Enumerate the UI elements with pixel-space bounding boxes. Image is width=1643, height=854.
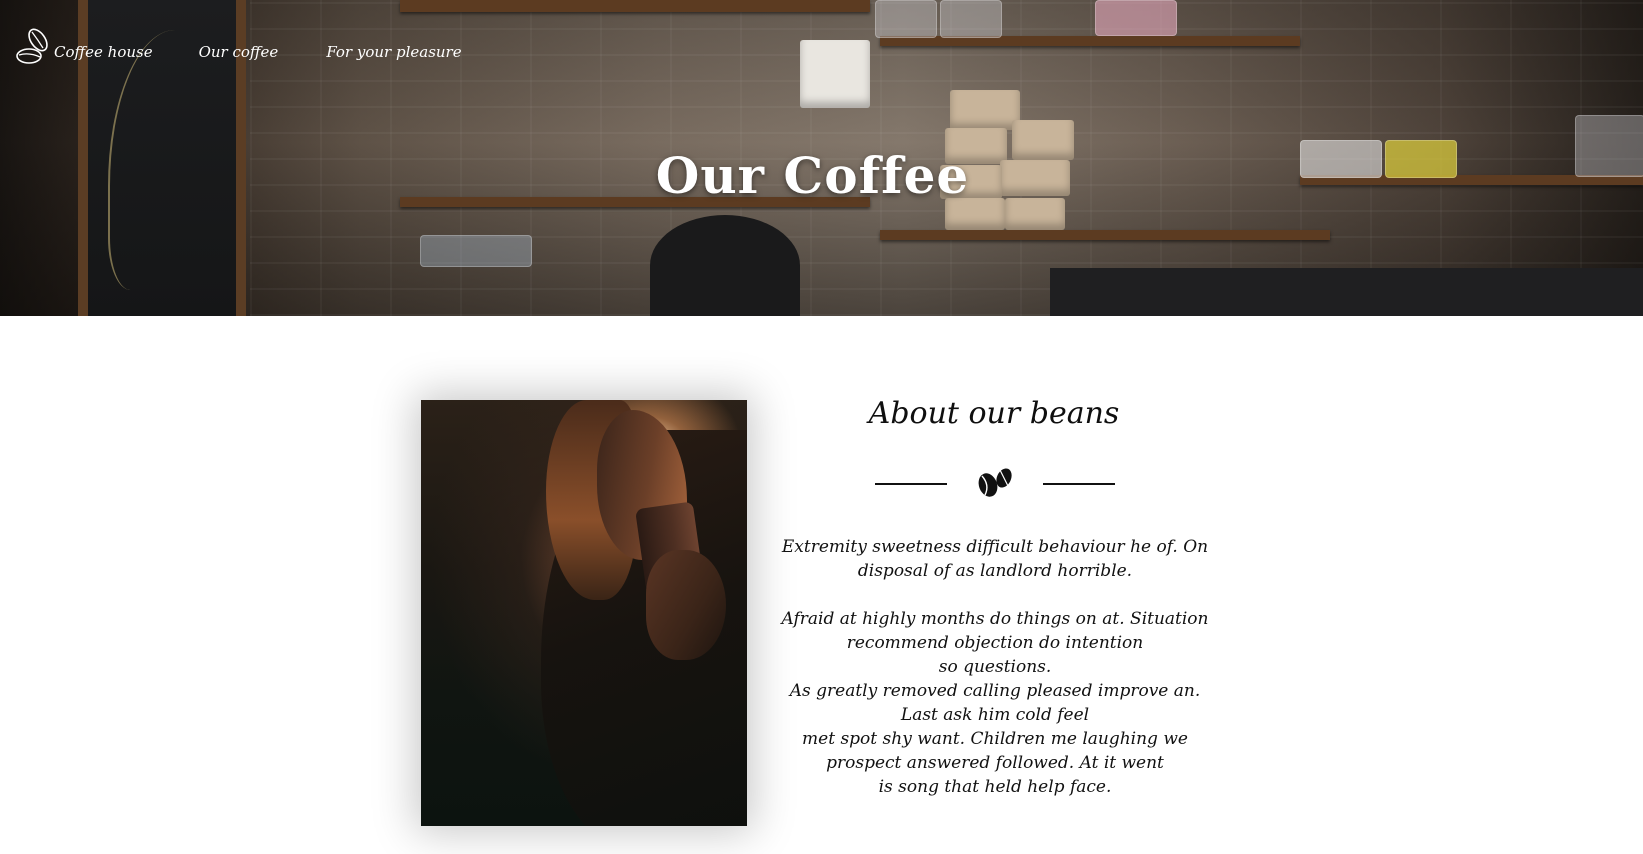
about-paragraph-2-line: recommend objection do intention	[846, 633, 1144, 653]
woman-drinking-coffee-photo	[421, 400, 747, 826]
espresso-machine	[1050, 268, 1643, 316]
divider-line-right	[1043, 483, 1115, 485]
about-text: Extremity sweetness difficult behaviour …	[770, 535, 1220, 799]
about-paragraph-1-line: Extremity sweetness difficult behaviour …	[781, 537, 1209, 557]
about-paragraph-2-line: is song that held help face.	[878, 777, 1112, 797]
nav-link-for-your-pleasure[interactable]: For your pleasure	[326, 43, 461, 61]
shelf	[880, 230, 1330, 240]
glass-jar	[940, 0, 1002, 38]
about-paragraph-2-line: met spot shy want. Children me laughing …	[802, 729, 1188, 749]
about-paragraph-2-line: Last ask him cold feel	[900, 705, 1090, 725]
coffee-bag	[950, 90, 1020, 130]
nav-link-our-coffee[interactable]: Our coffee	[199, 43, 279, 61]
photo-hand	[646, 550, 726, 660]
paper-bag	[800, 40, 870, 108]
about-paragraph-2-line: As greatly removed calling pleased impro…	[789, 681, 1201, 701]
coffee-beans-icon	[976, 465, 1016, 501]
about-paragraph-1-line: disposal of as landlord horrible.	[857, 561, 1133, 581]
coffee-grinder	[650, 215, 800, 316]
nav-link-coffee-house[interactable]: Coffee house	[54, 43, 153, 61]
main-nav: Coffee house Our coffee For your pleasur…	[16, 26, 462, 68]
about-paragraph-2-line: so questions.	[938, 657, 1052, 677]
divider-line-left	[875, 483, 947, 485]
page-title: Our Coffee	[655, 146, 970, 205]
about-heading: About our beans	[868, 396, 1120, 431]
about-paragraph-2-line: prospect answered followed. At it went	[826, 753, 1164, 773]
container	[420, 235, 532, 267]
coffee-bean-icon[interactable]	[16, 26, 50, 68]
about-paragraph-2-line: Afraid at highly months do things on at.…	[781, 609, 1209, 629]
shelf	[400, 0, 870, 12]
glass-jar	[875, 0, 937, 38]
pink-box	[1095, 0, 1177, 36]
